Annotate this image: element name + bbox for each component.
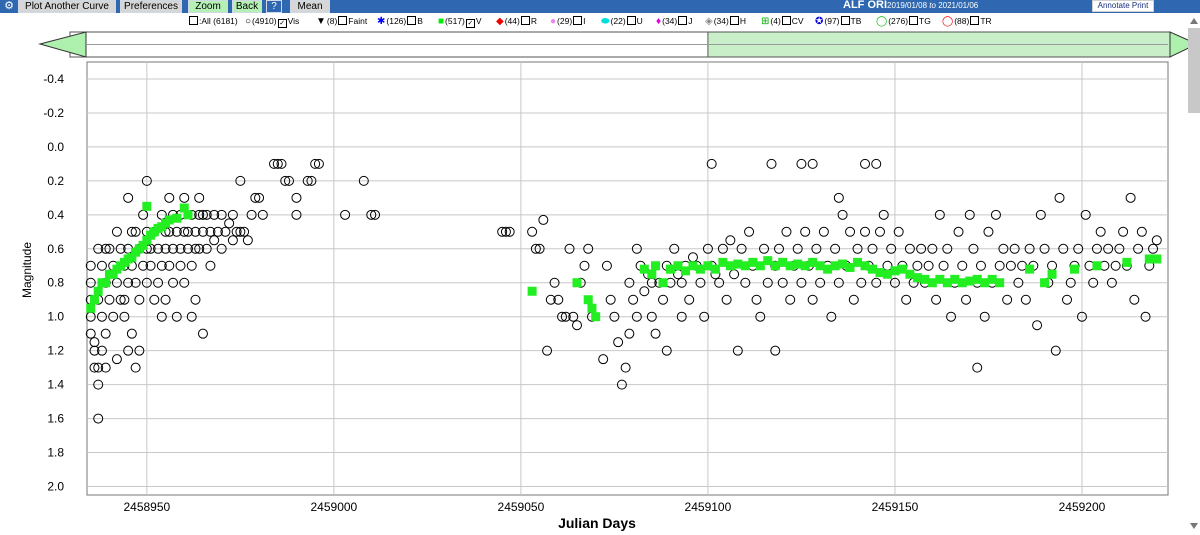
- y-tick-label: 0.4: [47, 208, 64, 222]
- v-point: [658, 278, 668, 288]
- x-tick-label: 2459200: [1059, 500, 1106, 514]
- v-point: [591, 312, 601, 322]
- x-tick-label: 2459000: [311, 500, 358, 514]
- v-point: [1040, 278, 1050, 288]
- y-axis-ticks: -0.4 -0.2 0.0 0.2 0.4 0.6 0.8 1.0 1.2 1.4 1.6 1.8 2.…: [43, 72, 64, 494]
- zoom-slider[interactable]: [38, 31, 1199, 58]
- v-point: [572, 278, 582, 288]
- vertical-scrollbar-thumb[interactable]: [1188, 28, 1200, 113]
- v-point: [1025, 264, 1035, 274]
- v-point: [142, 201, 152, 211]
- v-point: [583, 295, 593, 305]
- v-point: [587, 303, 597, 313]
- y-tick-label: 1.0: [47, 310, 64, 324]
- x-axis-label: Julian Days: [558, 515, 636, 531]
- y-tick-label: 0.0: [47, 140, 64, 154]
- v-point: [1152, 254, 1162, 264]
- v-point: [647, 269, 657, 279]
- x-tick-label: 2459050: [498, 500, 545, 514]
- v-point: [183, 210, 193, 220]
- x-tick-label: 2459150: [872, 500, 919, 514]
- v-point: [1047, 269, 1057, 279]
- v-point: [93, 286, 103, 296]
- v-point: [172, 213, 182, 223]
- v-point: [651, 261, 661, 271]
- y-tick-label: 1.4: [47, 378, 64, 392]
- y-tick-label: 1.6: [47, 412, 64, 426]
- light-curve-plot[interactable]: -0.4 -0.2 0.0 0.2 0.4 0.6 0.8 1.0 1.2 1.4 1.6 1.8 2.…: [0, 0, 1200, 535]
- v-point: [995, 278, 1005, 288]
- x-tick-label: 2458950: [123, 500, 170, 514]
- v-point: [1069, 264, 1079, 274]
- scroll-up-arrow-icon[interactable]: [1188, 15, 1200, 27]
- v-point: [89, 295, 99, 305]
- v-point: [86, 303, 96, 313]
- v-point: [101, 278, 111, 288]
- v-point: [527, 286, 537, 296]
- y-tick-label: 1.8: [47, 446, 64, 460]
- y-tick-label: 1.2: [47, 344, 64, 358]
- y-tick-label: 0.8: [47, 276, 64, 290]
- y-axis-label: Magnitude: [20, 242, 34, 298]
- v-point: [1092, 261, 1102, 271]
- x-axis-ticks: 2458950 2459000 2459050 2459100 2459150 24592…: [123, 500, 1105, 514]
- scroll-down-arrow-icon[interactable]: [1188, 520, 1200, 532]
- y-tick-label: -0.4: [43, 72, 64, 86]
- y-tick-label: 0.6: [47, 242, 64, 256]
- x-tick-label: 2459100: [685, 500, 732, 514]
- y-tick-label: 0.2: [47, 174, 64, 188]
- v-point: [1122, 257, 1132, 267]
- y-tick-label: 2.0: [47, 480, 64, 494]
- zoom-left-arrow-icon[interactable]: [38, 31, 87, 58]
- y-tick-label: -0.2: [43, 106, 64, 120]
